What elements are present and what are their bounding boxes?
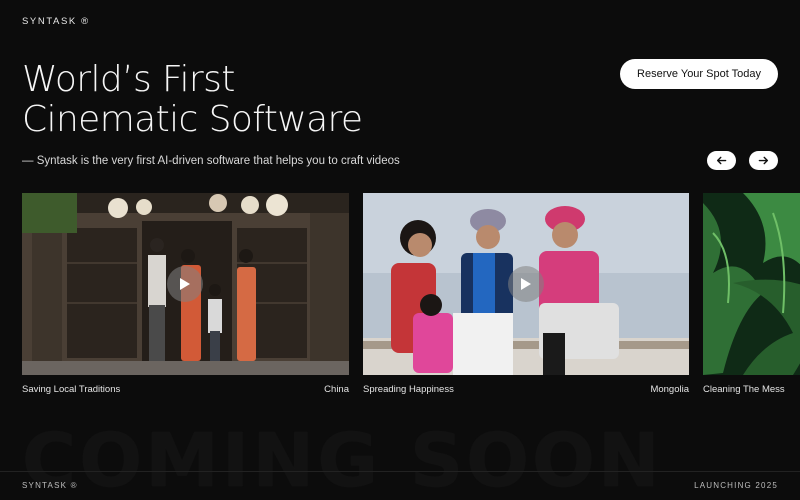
video-card-title: Saving Local Traditions: [22, 384, 121, 395]
video-thumbnail[interactable]: [703, 193, 800, 375]
play-icon: [521, 278, 531, 290]
carousel-prev-button[interactable]: [707, 151, 736, 170]
arrow-right-icon: [758, 156, 769, 165]
launch-date: LAUNCHING 2025: [694, 481, 778, 490]
video-card-location: Mongolia: [650, 384, 689, 395]
video-card-location: China: [324, 384, 349, 395]
video-thumbnail[interactable]: [363, 193, 689, 375]
hero-title-line-1: World’s First: [22, 59, 235, 100]
video-card-title: Cleaning The Mess: [703, 384, 785, 395]
coming-soon-watermark: COMING SOON: [22, 418, 663, 500]
tropical-plants-image: [703, 193, 800, 375]
hero-title-line-2: Cinematic Software: [22, 99, 363, 140]
reserve-spot-button[interactable]: Reserve Your Spot Today: [620, 59, 778, 89]
play-button[interactable]: [508, 266, 544, 302]
play-icon: [180, 278, 190, 290]
footer-divider: [0, 471, 800, 472]
play-button[interactable]: [167, 266, 203, 302]
footer-logo[interactable]: SYNTASK ®: [22, 481, 78, 490]
video-card-cleaning[interactable]: Cleaning The Mess: [703, 193, 800, 403]
hero-title: World’s First Cinematic Software: [22, 59, 363, 140]
brand-logo[interactable]: SYNTASK ®: [22, 16, 90, 27]
video-thumbnail[interactable]: [22, 193, 349, 375]
video-card-title: Spreading Happiness: [363, 384, 454, 395]
hero-tagline: — Syntask is the very first AI-driven so…: [22, 155, 400, 167]
arrow-left-icon: [716, 156, 727, 165]
carousel-next-button[interactable]: [749, 151, 778, 170]
